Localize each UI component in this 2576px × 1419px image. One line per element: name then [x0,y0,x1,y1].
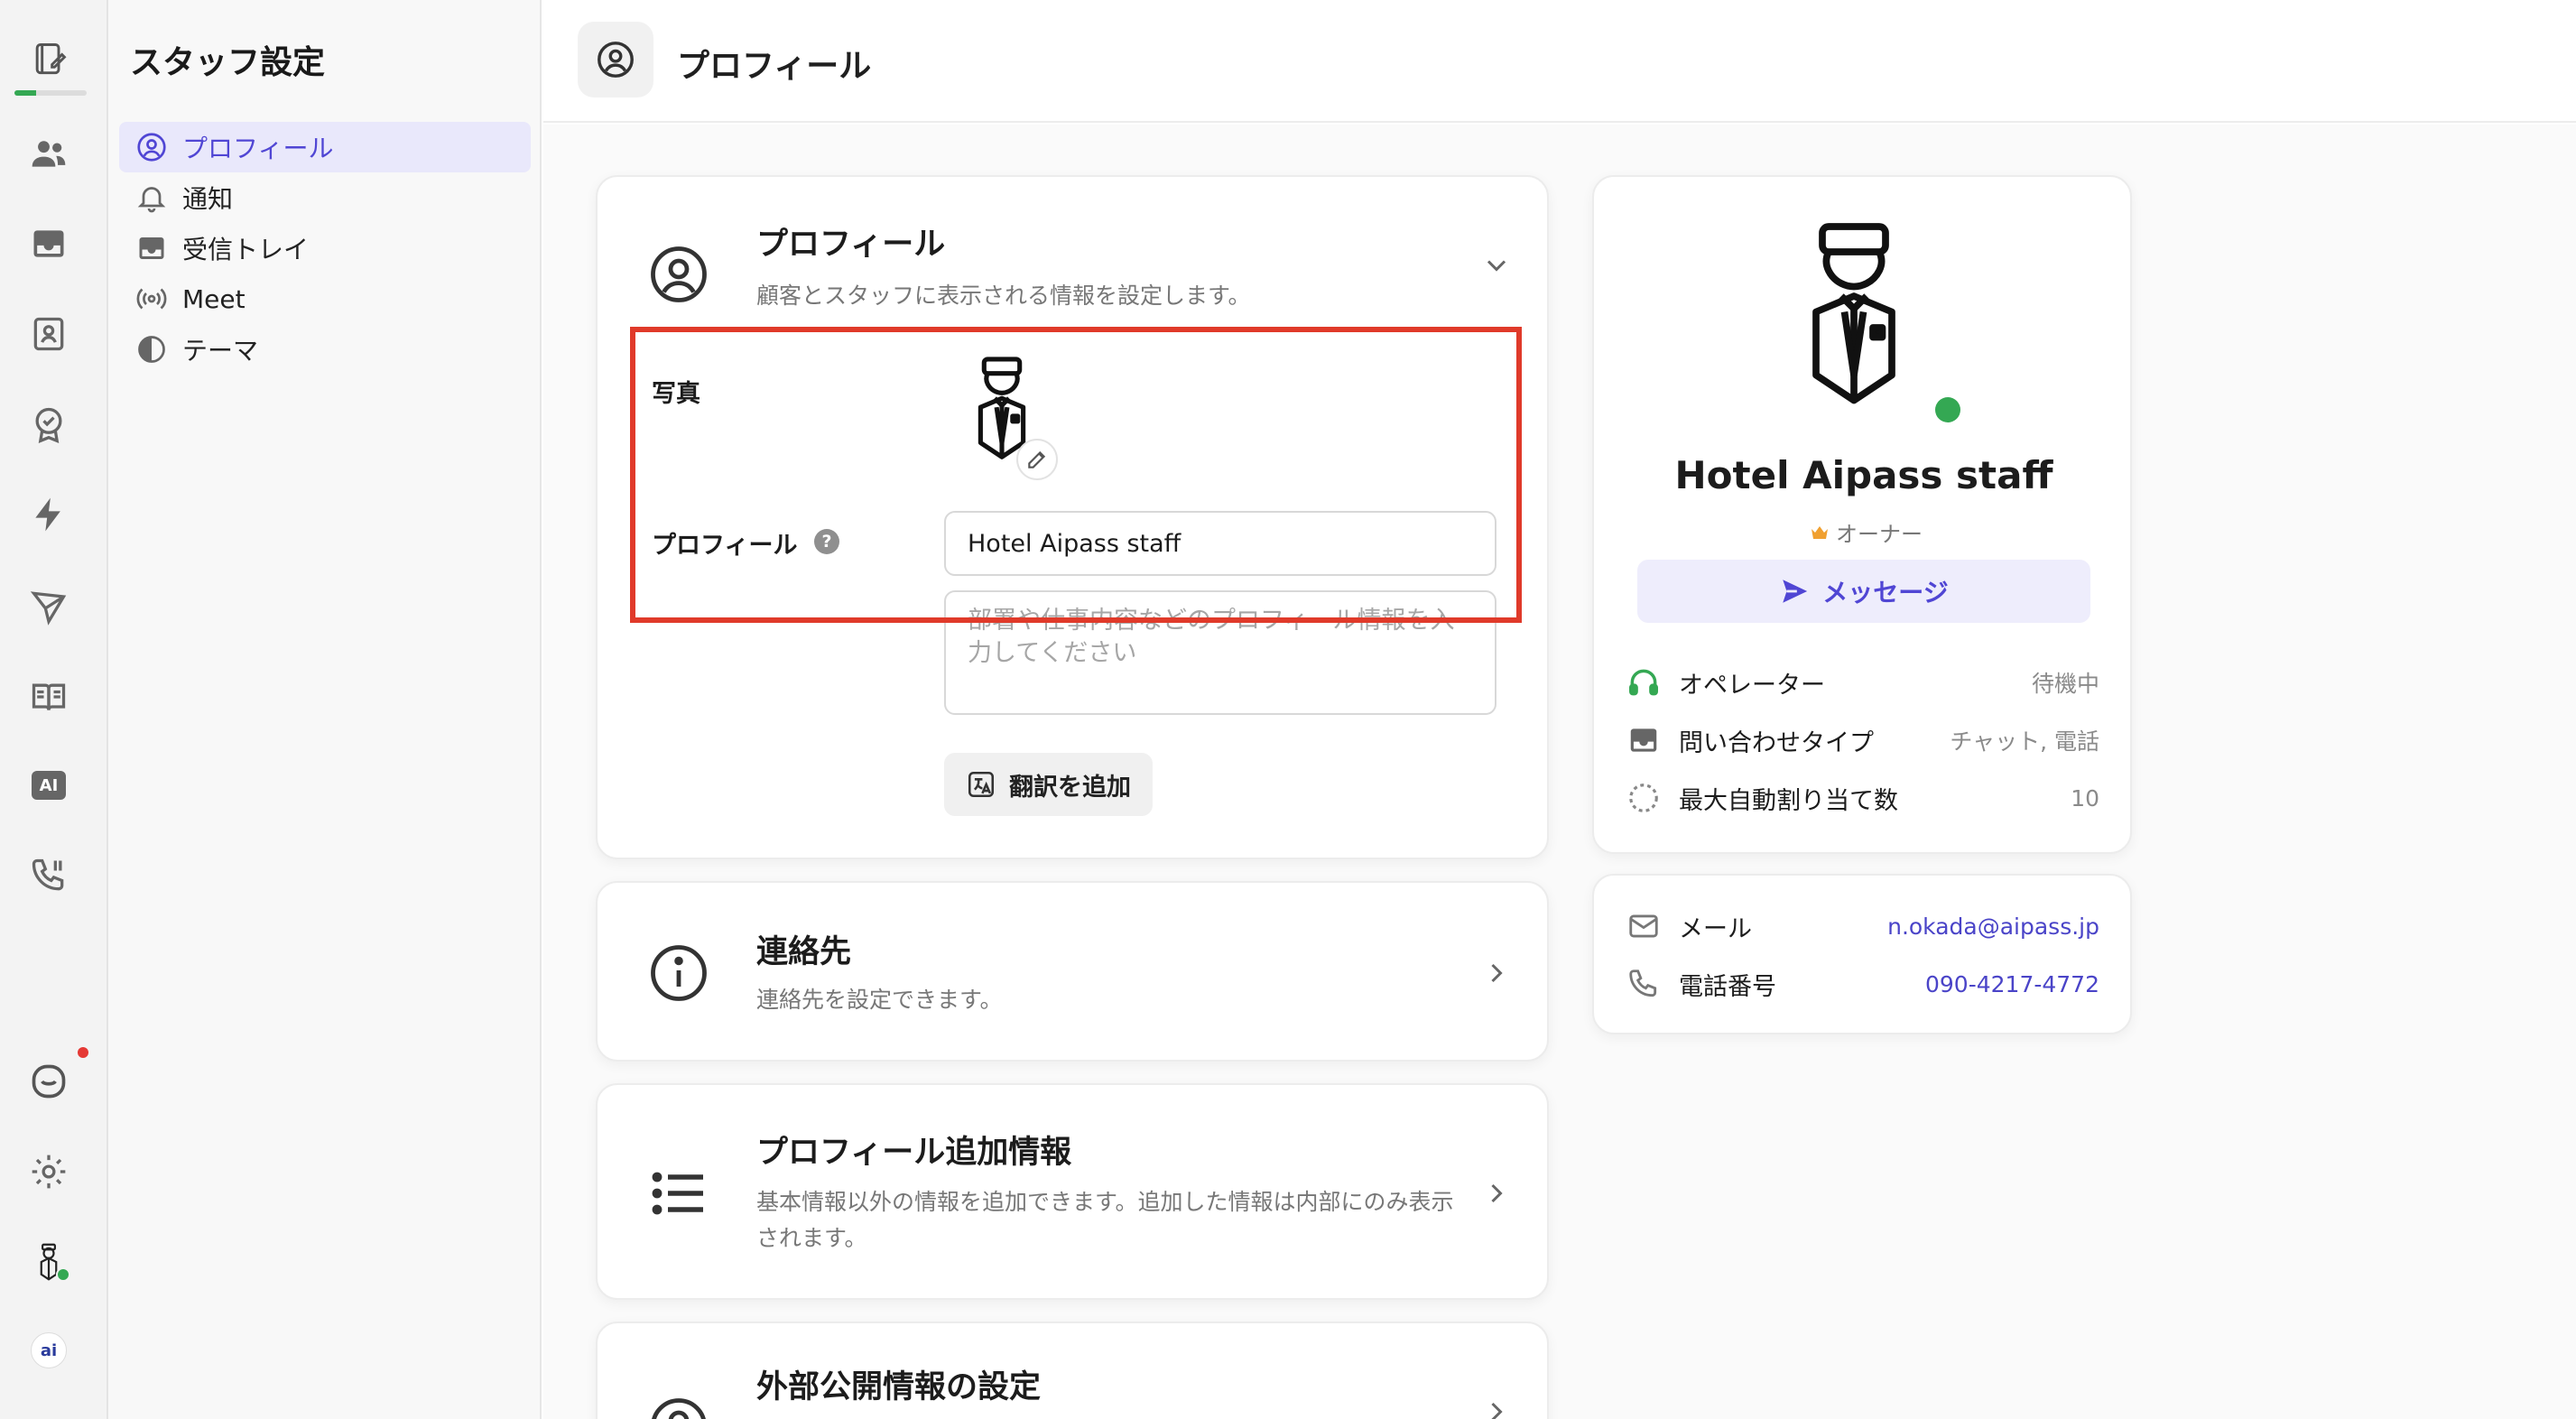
contact-card-icon[interactable] [27,312,70,356]
chevron-right-icon[interactable] [1480,957,1513,989]
translate-icon [968,771,995,798]
max-assign-value: 10 [2071,784,2099,812]
operator-label: オペレーター [1679,671,1825,700]
email-row: メール n.okada@aipass.jp [1626,906,2099,946]
message-label: メッセージ [1822,578,1949,607]
headset-icon [1626,665,1661,700]
sidebar-item-label: 受信トレイ [182,235,310,264]
message-button[interactable]: メッセージ [1637,560,2090,623]
rail-progress-bar [14,90,87,96]
inbox-icon[interactable] [27,222,70,265]
page-header: プロフィール [543,0,2576,123]
contact-card-title: 連絡先 [756,934,852,970]
settings-sidebar: スタッフ設定 プロフィール 通知 受信トレイ Meet テーマ [108,0,542,1419]
page-title: プロフィール [677,48,872,85]
contact-card[interactable]: 連絡先 連絡先を設定できます。 [596,881,1549,1062]
sidebar-item-label: プロフィール [182,134,334,163]
notification-dot [78,1047,88,1058]
user-circle-icon [646,1394,711,1419]
role-line: オーナー [1809,516,1923,548]
bell-icon [135,181,168,214]
inquiry-type-label: 問い合わせタイプ [1679,728,1874,757]
sidebar-item-label: テーマ [182,336,259,366]
staff-summary-card: Hotel Aipass staff オーナー メッセージ オペレーター 待機中… [1592,175,2132,854]
role-label: オーナー [1836,522,1923,547]
add-translation-label: 翻訳を追加 [1009,773,1131,802]
send-icon[interactable] [27,585,70,628]
chat-icon[interactable] [27,1060,70,1103]
chevron-down-icon[interactable] [1480,249,1513,282]
user-circle-icon [578,22,653,97]
theme-icon [135,333,168,366]
edit-photo-button[interactable] [1016,439,1058,480]
broadcast-icon [135,283,168,315]
phone-row: 電話番号 090-4217-4772 [1626,964,2099,1004]
inbox-icon [1626,723,1661,757]
extra-info-card[interactable]: プロフィール追加情報 基本情報以外の情報を追加できます。追加した情報は内部にのみ… [596,1083,1549,1300]
aipass-logo-text: ai [31,1332,67,1368]
sidebar-item-label: 通知 [182,184,234,214]
add-translation-button[interactable]: 翻訳を追加 [944,753,1153,816]
public-info-card-title: 外部公開情報の設定 [756,1369,1042,1405]
ai-label: AI [32,771,66,800]
user-circle-icon [135,131,168,163]
extra-info-card-title: プロフィール追加情報 [756,1135,1072,1171]
phone-value[interactable]: 090-4217-4772 [1925,971,2099,997]
chevron-right-icon[interactable] [1480,1396,1513,1419]
icon-rail: AI ai [0,0,108,1419]
crown-icon [1812,525,1828,539]
extra-info-card-description: 基本情報以外の情報を追加できます。追加した情報は内部にのみ表示されます。 [756,1189,1454,1251]
gear-icon[interactable] [27,1150,70,1193]
phone-icon[interactable] [27,854,70,897]
profile-bio-textarea[interactable] [944,590,1496,715]
sidebar-item-theme[interactable]: テーマ [119,324,531,375]
online-status-dot [1935,397,1960,422]
book-icon[interactable] [27,675,70,719]
users-icon[interactable] [27,132,70,175]
list-icon [646,1161,711,1226]
max-assign-label: 最大自動割り当て数 [1679,786,1898,815]
ai-icon[interactable]: AI [27,764,70,807]
profile-name-input[interactable] [944,511,1496,576]
sidebar-item-label: Meet [182,283,246,314]
info-icon [646,941,711,1006]
send-icon [1783,580,1808,603]
contact-info-card: メール n.okada@aipass.jp 電話番号 090-4217-4772 [1592,874,2132,1034]
profile-field-label: プロフィール [652,532,798,560]
inquiry-type-row: 問い合わせタイプ チャット, 電話 [1626,720,2099,760]
chevron-right-icon[interactable] [1480,1177,1513,1210]
email-label: メール [1679,914,1752,943]
help-icon[interactable]: ? [814,529,839,554]
public-info-card[interactable]: 外部公開情報の設定 [596,1322,1549,1419]
sidebar-title: スタッフ設定 [130,44,326,81]
profile-card-description: 顧客とスタッフに表示される情報を設定します。 [756,283,1251,309]
photo-label: 写真 [652,380,700,408]
phone-label: 電話番号 [1679,972,1776,1001]
email-value[interactable]: n.okada@aipass.jp [1887,914,2099,940]
sidebar-item-meet[interactable]: Meet [119,274,531,324]
operator-row: オペレーター 待機中 [1626,663,2099,702]
staff-name: Hotel Aipass staff [1674,453,2053,497]
badge-check-icon[interactable] [27,403,70,446]
contact-card-description: 連絡先を設定できます。 [756,987,1003,1013]
lightning-icon[interactable] [27,493,70,536]
user-circle-icon [646,242,711,307]
dashed-circle-icon [1626,781,1661,815]
inquiry-type-value: チャット, 電話 [1950,728,2099,755]
aipass-logo[interactable]: ai [27,1329,70,1372]
summary-avatar [1791,213,1917,430]
profile-card-title: プロフィール [756,227,946,263]
main-content: プロフィール 顧客とスタッフに表示される情報を設定します。 写真 プロフィール … [543,125,2576,1419]
inbox-icon [135,232,168,264]
sidebar-item-profile[interactable]: プロフィール [119,122,531,172]
max-assign-row: 最大自動割り当て数 10 [1626,778,2099,818]
profile-card: プロフィール 顧客とスタッフに表示される情報を設定します。 写真 プロフィール … [596,175,1549,859]
notebook-edit-icon[interactable] [27,38,70,81]
sidebar-item-inbox[interactable]: 受信トレイ [119,223,531,274]
operator-value: 待機中 [2031,671,2099,697]
mail-icon [1626,909,1661,943]
phone-icon [1626,967,1661,1001]
online-status-dot [56,1267,70,1282]
sidebar-item-notifications[interactable]: 通知 [119,172,531,223]
